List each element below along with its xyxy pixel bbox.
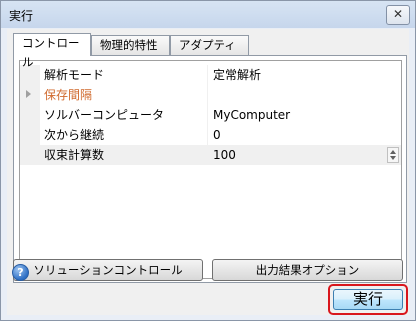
category-name: 保存間隔 <box>44 88 93 102</box>
property-name: 収束計算数 <box>40 145 207 165</box>
help-icon[interactable]: ? <box>12 264 29 281</box>
run-button-highlight: 実行 <box>328 284 408 315</box>
value-spinner[interactable] <box>387 147 399 163</box>
row-gutter <box>20 85 40 105</box>
property-value[interactable]: MyComputer <box>207 105 401 125</box>
row-gutter <box>20 105 40 125</box>
dialog-body: コントロール 物理的特性 アダプティブ 解析モード 定常解析 保存間隔 <box>7 29 409 315</box>
row-gutter <box>20 125 40 145</box>
button-label: 実行 <box>352 290 383 308</box>
close-button[interactable]: ✕ <box>386 5 410 25</box>
run-button[interactable]: 実行 <box>333 289 403 310</box>
window-title: 実行 <box>9 9 34 23</box>
property-value-input[interactable]: 100 <box>207 145 401 165</box>
property-value[interactable]: 0 <box>207 125 401 145</box>
property-value: 100 <box>213 148 236 162</box>
property-name: ソルバーコンピュータ <box>44 108 165 122</box>
solution-control-button[interactable]: ソリューションコントロール <box>13 259 203 281</box>
button-label: ソリューションコントロール <box>33 263 183 277</box>
run-dialog: 実行 ✕ コントロール 物理的特性 アダプティブ 解析モード 定常解析 <box>0 0 416 321</box>
tab-physical-properties[interactable]: 物理的特性 <box>91 35 170 55</box>
property-value <box>207 85 401 105</box>
property-category-save-interval[interactable]: 保存間隔 <box>20 85 401 105</box>
property-name: 解析モード <box>44 68 105 82</box>
property-name: 次から継続 <box>44 128 105 142</box>
property-row-solver-computer[interactable]: ソルバーコンピュータ MyComputer <box>20 105 401 125</box>
spin-down-icon[interactable] <box>390 156 396 160</box>
property-grid: 解析モード 定常解析 保存間隔 ソルバーコンピュータ MyComputer 次か… <box>19 60 402 279</box>
tab-panel: 解析モード 定常解析 保存間隔 ソルバーコンピュータ MyComputer 次か… <box>13 55 407 283</box>
row-gutter <box>20 145 40 165</box>
output-options-button[interactable]: 出力結果オプション <box>212 259 403 281</box>
tab-adaptive[interactable]: アダプティブ <box>170 35 249 71</box>
property-row-analysis-mode[interactable]: 解析モード 定常解析 <box>20 65 401 85</box>
property-row-continue-from[interactable]: 次から継続 0 <box>20 125 401 145</box>
tab-control[interactable]: コントロール <box>13 33 91 69</box>
button-label: 出力結果オプション <box>255 263 360 277</box>
property-row-iterations[interactable]: 収束計算数 100 <box>20 145 401 165</box>
close-icon: ✕ <box>392 7 404 21</box>
expand-arrow-icon[interactable] <box>26 90 31 98</box>
spin-up-icon[interactable] <box>390 150 396 154</box>
title-bar: 実行 ✕ <box>1 1 415 28</box>
property-value[interactable]: 定常解析 <box>207 65 401 85</box>
help-glyph: ? <box>17 266 24 279</box>
tab-label: 物理的特性 <box>100 38 158 52</box>
